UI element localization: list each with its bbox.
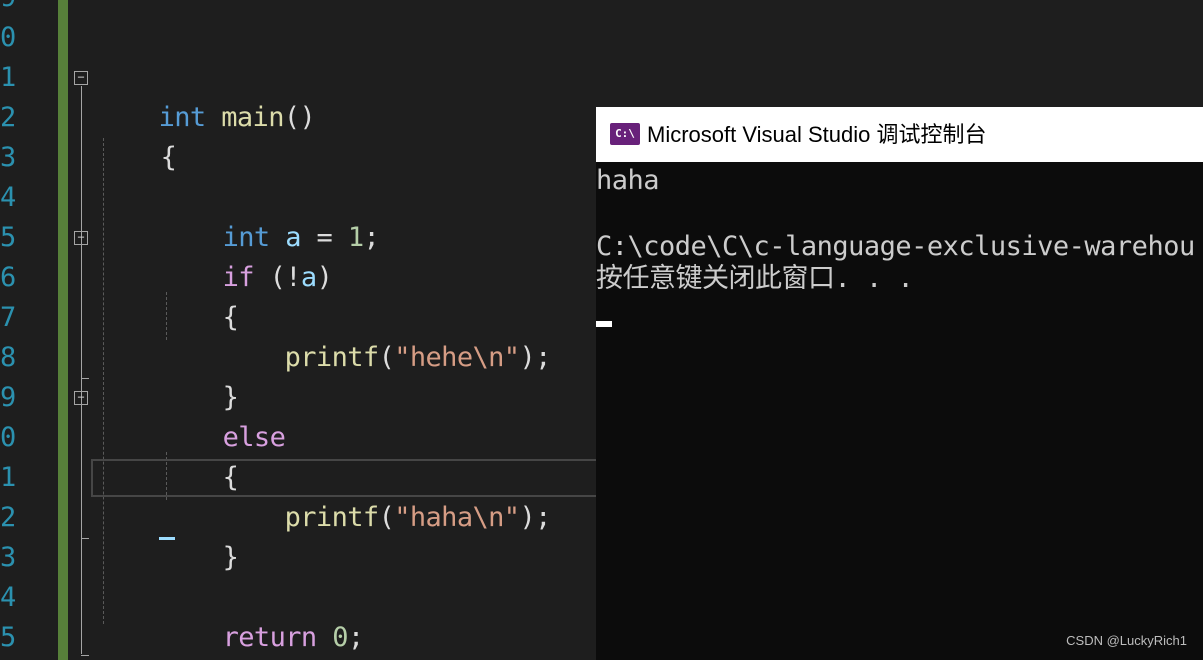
fold-end-tick [81,655,89,656]
line-number: 5 [0,622,17,653]
brace-match-marker [159,537,175,540]
change-tracking-bar [58,0,68,660]
code-token: ; [347,622,364,653]
code-line[interactable]: { [160,258,239,333]
line-number: 4 [0,182,17,213]
console-title-bar[interactable]: C:\ Microsoft Visual Studio 调试控制台 [596,107,1203,162]
code-line[interactable]: int main() [96,58,316,133]
code-line[interactable]: return 0; [160,578,364,653]
code-token: ( [378,342,395,373]
line-number: 0 [0,422,17,453]
code-line[interactable]: printf("haha\n"); [222,458,552,533]
line-number: 2 [0,102,17,133]
line-number: 7 [0,302,17,333]
code-token: printf [284,502,380,533]
line-number: 3 [0,542,17,573]
code-token: { [160,142,177,173]
code-line[interactable]: { [160,418,239,493]
fold-end-tick [81,538,89,539]
code-token: ; [363,222,380,253]
code-line[interactable]: else [160,378,286,453]
code-token: } [222,542,239,573]
collapse-icon[interactable]: − [74,391,88,405]
collapse-icon[interactable]: − [74,71,88,85]
code-token: "haha\n" [394,502,520,533]
code-line[interactable]: int a = 1; [160,178,380,253]
line-number: 9 [0,0,40,18]
line-number: 1 [0,62,17,93]
line-number: 5 [0,222,17,253]
line-number: 9 [0,382,17,413]
line-number: 4 [0,582,17,613]
collapse-icon[interactable]: − [74,231,88,245]
line-number: 8 [0,342,17,373]
code-token: ); [519,342,551,373]
code-token: 1 [347,222,364,253]
console-output-line: haha [596,165,660,196]
console-output-line: 按任意键关闭此窗口. . . [596,263,914,294]
code-token: () [283,102,316,133]
code-token: ); [519,502,551,533]
code-token: "hehe\n" [394,342,520,373]
line-number: 3 [0,142,17,173]
code-token: a [300,262,317,293]
code-line[interactable]: } [160,498,239,573]
debug-console-window[interactable]: C:\ Microsoft Visual Studio 调试控制台 haha C… [596,107,1203,660]
code-line[interactable]: if (!a) [160,218,333,293]
code-token: (! [253,262,302,293]
line-number: 1 [0,462,17,493]
code-token: main [221,102,284,133]
console-title: Microsoft Visual Studio 调试控制台 [647,122,987,147]
line-number: 2 [0,502,17,533]
line-number: 0 [0,22,17,53]
fold-outline-line [81,86,82,654]
line-number: 6 [0,262,17,293]
code-token: return [222,622,318,653]
fold-end-tick [81,378,89,379]
code-token: 0 [332,622,348,653]
console-app-icon: C:\ [610,123,640,145]
code-line[interactable]: } [160,338,239,413]
code-line[interactable]: printf("hehe\n"); [222,298,552,373]
code-token: ) [316,262,333,293]
code-line[interactable]: { [98,98,177,173]
console-output-line: C:\code\C\c-language-exclusive-warehou [596,231,1195,262]
code-token: ( [378,502,395,533]
code-token: printf [284,342,380,373]
code-line[interactable]: } [96,618,174,658]
watermark: CSDN @LuckyRich1 [1066,633,1187,648]
console-cursor [596,321,612,327]
